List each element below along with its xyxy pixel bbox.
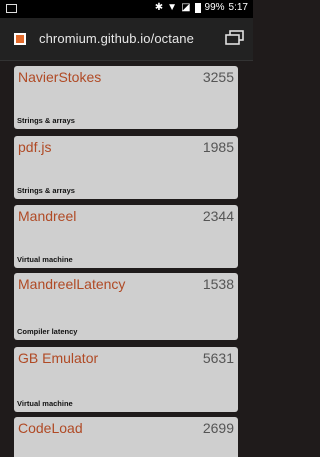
benchmark-name: pdf.js <box>18 139 52 155</box>
browser-toolbar: chromium.github.io/octane <box>0 18 253 61</box>
benchmark-category: Strings & arrays <box>17 186 75 195</box>
benchmark-score: 1985 <box>202 139 234 155</box>
benchmark-card[interactable]: CodeLoad 2699 <box>14 417 238 457</box>
benchmark-card[interactable]: MandreelLatency 1538 Compiler latency <box>14 273 238 340</box>
clock: 5:17 <box>228 2 248 13</box>
benchmark-card[interactable]: NavierStokes 3255 Strings & arrays <box>14 66 238 129</box>
battery-icon <box>194 3 201 13</box>
site-favicon-icon <box>14 33 26 45</box>
benchmark-name: Mandreel <box>18 208 77 224</box>
benchmark-card[interactable]: pdf.js 1985 Strings & arrays <box>14 136 238 199</box>
battery-percent: 99% <box>204 2 225 13</box>
status-bar: ✱ ▼ ◪ 99% 5:17 <box>0 0 253 18</box>
benchmark-category: Virtual machine <box>17 255 73 264</box>
benchmark-category: Virtual machine <box>17 399 73 408</box>
wifi-icon: ▼ <box>167 2 178 13</box>
tab-switcher-icon[interactable] <box>225 30 245 46</box>
benchmark-score: 2344 <box>202 208 234 224</box>
benchmark-name: GB Emulator <box>18 350 99 366</box>
benchmark-card[interactable]: GB Emulator 5631 Virtual machine <box>14 347 238 412</box>
benchmark-score: 5631 <box>202 350 234 366</box>
status-icons: ✱ ▼ ◪ 99% 5:17 <box>155 3 248 13</box>
benchmark-score: 1538 <box>202 276 234 292</box>
benchmark-category: Compiler latency <box>17 327 78 336</box>
benchmark-name: MandreelLatency <box>18 276 126 292</box>
benchmark-name: CodeLoad <box>18 420 83 436</box>
benchmark-score: 2699 <box>202 420 234 436</box>
url-bar[interactable]: chromium.github.io/octane <box>39 31 194 46</box>
benchmark-card[interactable]: Mandreel 2344 Virtual machine <box>14 205 238 268</box>
benchmark-category: Strings & arrays <box>17 116 75 125</box>
notification-icon <box>6 4 17 13</box>
benchmark-name: NavierStokes <box>18 69 102 85</box>
benchmark-score: 3255 <box>202 69 234 85</box>
no-signal-icon: ◪ <box>181 2 191 13</box>
bluetooth-icon: ✱ <box>154 2 164 13</box>
